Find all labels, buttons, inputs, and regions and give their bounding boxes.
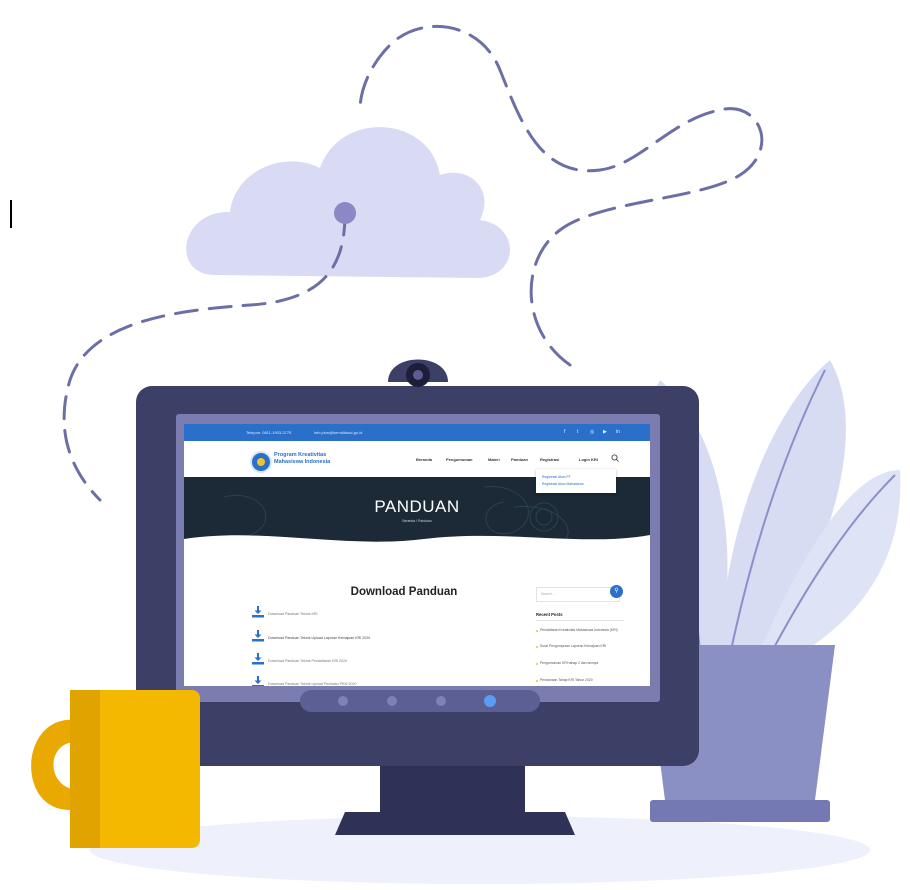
- search-icon[interactable]: [611, 454, 619, 462]
- monitor-neck: [380, 760, 525, 820]
- dock-icon: [338, 696, 348, 706]
- menu-materi[interactable]: Materi: [488, 457, 500, 462]
- recent-posts-title: Recent Posts: [536, 612, 563, 617]
- download-link[interactable]: Download Panduan Teknis Pendaftaran KRI …: [268, 659, 347, 663]
- menu-beranda[interactable]: Beranda: [416, 457, 432, 462]
- download-icon[interactable]: [252, 676, 264, 686]
- download-icon[interactable]: [252, 630, 264, 642]
- divider: [536, 620, 624, 621]
- download-icon[interactable]: [252, 653, 264, 665]
- dropdown-item-pt[interactable]: Registrasi Akun PT: [542, 475, 616, 479]
- dock-icon: [387, 696, 397, 706]
- recent-post[interactable]: Pendanaan Tahap KRI Tahun 2020: [536, 678, 624, 684]
- page-title: Download Panduan: [350, 586, 458, 598]
- recent-post[interactable]: Pendaftaran Kreativitas Mahasiswa Indone…: [536, 628, 624, 634]
- mug-side: [70, 690, 100, 848]
- brand-line2[interactable]: Mahasiswa Indonesia: [274, 459, 330, 465]
- menu-pengumuman[interactable]: Pengumuman: [446, 457, 472, 462]
- search-input[interactable]: Search ...: [536, 587, 620, 602]
- pot-base: [650, 800, 830, 822]
- breadcrumb: Beranda / Panduan: [402, 519, 432, 523]
- download-icon[interactable]: [252, 606, 264, 618]
- youtube-icon[interactable]: ▶: [603, 429, 607, 435]
- website-screen: Telepon: 0811-1903-3775 info.pkm@kemdikb…: [184, 424, 650, 686]
- cable-plug: [334, 202, 356, 224]
- hero-title: PANDUAN: [374, 497, 460, 516]
- dropdown-item-mahasiswa[interactable]: Registrasi Akun Mahasiswa: [542, 482, 616, 486]
- dock: [300, 690, 540, 712]
- registrasi-dropdown: Registrasi Akun PT Registrasi Akun Mahas…: [536, 469, 616, 493]
- dock-icon-active: [484, 695, 496, 707]
- linkedin-icon[interactable]: in: [616, 429, 620, 435]
- twitter-icon[interactable]: t: [577, 429, 578, 435]
- phone-text: Telepon: 0811-1903-3775: [246, 430, 292, 435]
- webcam-lens-inner: [413, 370, 423, 380]
- email-text: info.pkm@kemdikbud.go.id: [314, 430, 363, 435]
- menu-panduan[interactable]: Panduan: [511, 457, 528, 462]
- menu-registrasi[interactable]: Registrasi: [540, 457, 559, 462]
- search-placeholder: Search ...: [541, 592, 556, 596]
- download-link[interactable]: Download Panduan Teknis Upload Penilaian…: [268, 682, 356, 686]
- facebook-icon[interactable]: f: [564, 429, 565, 435]
- recent-post[interactable]: Surat Pengumpulan Laporan Kemajuan KRI: [536, 644, 624, 650]
- download-link[interactable]: Download Panduan Teknis KRI: [268, 612, 317, 616]
- download-link[interactable]: Download Panduan Teknis Upload Laporan K…: [268, 636, 370, 640]
- topbar: Telepon: 0811-1903-3775 info.pkm@kemdikb…: [184, 424, 650, 441]
- instagram-icon[interactable]: ◎: [590, 429, 594, 435]
- menu-login[interactable]: Login KRI: [579, 457, 598, 462]
- dock-icon: [436, 696, 446, 706]
- search-button[interactable]: ⚲: [610, 585, 623, 598]
- brand-line1[interactable]: Program Kreativitas: [274, 452, 326, 458]
- logo-icon[interactable]: [250, 451, 272, 473]
- recent-post[interactable]: Pengumuman KRI tahap 2 dan lainnya: [536, 661, 624, 667]
- monitor-foot: [335, 812, 575, 835]
